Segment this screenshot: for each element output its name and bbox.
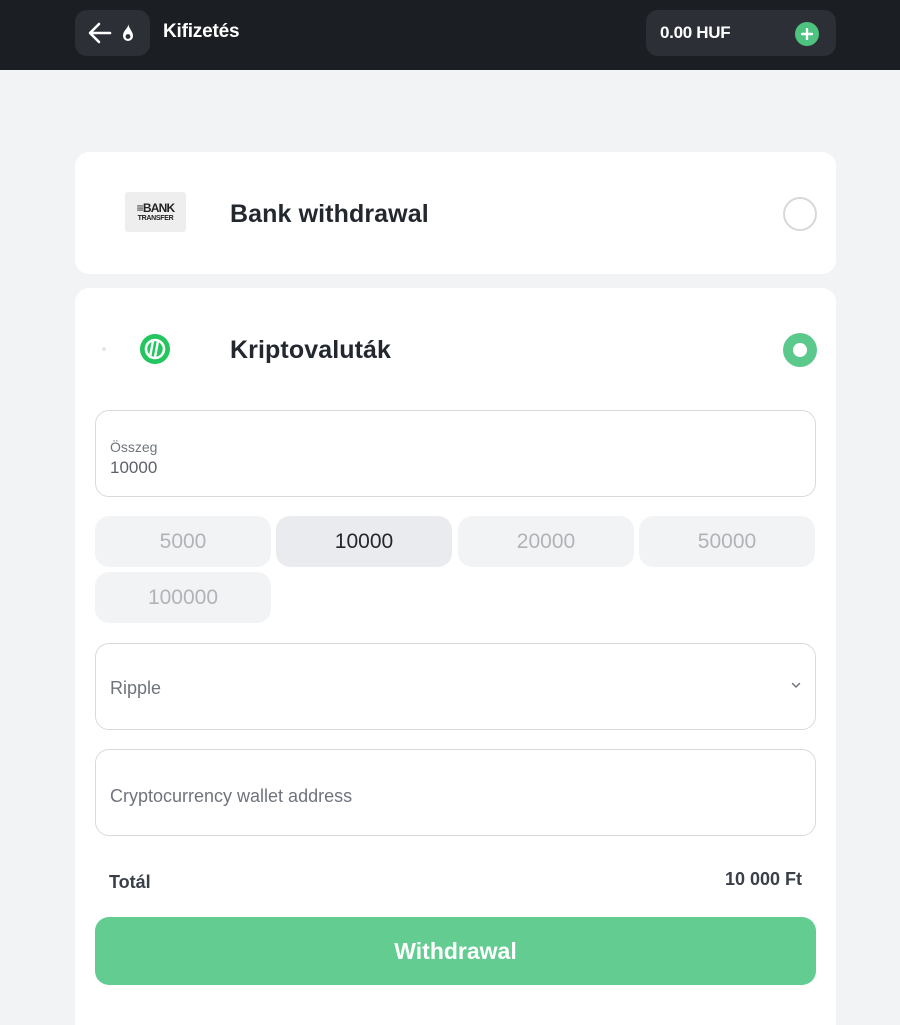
bank-transfer-logo: ≡BANK TRANSFER	[125, 192, 186, 232]
flame-icon	[120, 23, 136, 43]
quick-amount-20000[interactable]: 20000	[458, 516, 634, 567]
top-bar: Kifizetés 0.00 HUF	[0, 0, 900, 70]
decorative-dot	[102, 347, 106, 351]
payment-method-crypto: Kriptovaluták Összeg 10000 5000 10000 20…	[75, 288, 836, 1025]
withdrawal-button[interactable]: Withdrawal	[95, 917, 816, 985]
arrow-left-icon	[88, 22, 112, 44]
currency-select[interactable]: Ripple	[95, 643, 816, 730]
plus-icon	[801, 28, 813, 40]
amount-label: Összeg	[110, 439, 158, 455]
total-label: Totál	[109, 872, 151, 892]
balance-pill[interactable]: 0.00 HUF	[646, 10, 836, 56]
chevron-down-icon	[791, 682, 801, 688]
radio-selected-dot	[793, 343, 807, 357]
add-funds-button[interactable]	[795, 22, 819, 46]
quick-amount-5000[interactable]: 5000	[95, 516, 271, 567]
bank-logo-line2: TRANSFER	[137, 215, 174, 222]
bank-method-label: Bank withdrawal	[230, 200, 429, 228]
wallet-address-field[interactable]: Cryptocurrency wallet address	[95, 749, 816, 836]
total-value: 10 000 Ft	[724, 869, 802, 889]
amount-field[interactable]: Összeg 10000	[95, 410, 816, 497]
amount-input[interactable]: 10000	[110, 458, 157, 478]
currency-selected-value: Ripple	[110, 678, 162, 698]
payment-method-bank[interactable]: ≡BANK TRANSFER Bank withdrawal	[75, 152, 836, 274]
wallet-address-placeholder: Cryptocurrency wallet address	[110, 786, 353, 806]
crypto-method-label: Kriptovaluták	[230, 336, 392, 364]
bank-logo-line1: ≡BANK	[136, 201, 175, 215]
crypto-radio[interactable]	[783, 333, 817, 367]
quick-amount-50000[interactable]: 50000	[639, 516, 815, 567]
quick-amount-10000[interactable]: 10000	[276, 516, 452, 567]
crypto-coin-icon	[140, 334, 170, 364]
balance-amount: 0.00 HUF	[660, 23, 731, 42]
bank-radio[interactable]	[783, 197, 817, 231]
page-title: Kifizetés	[163, 21, 240, 42]
quick-amount-100000[interactable]: 100000	[95, 572, 271, 623]
back-button[interactable]	[75, 10, 150, 56]
